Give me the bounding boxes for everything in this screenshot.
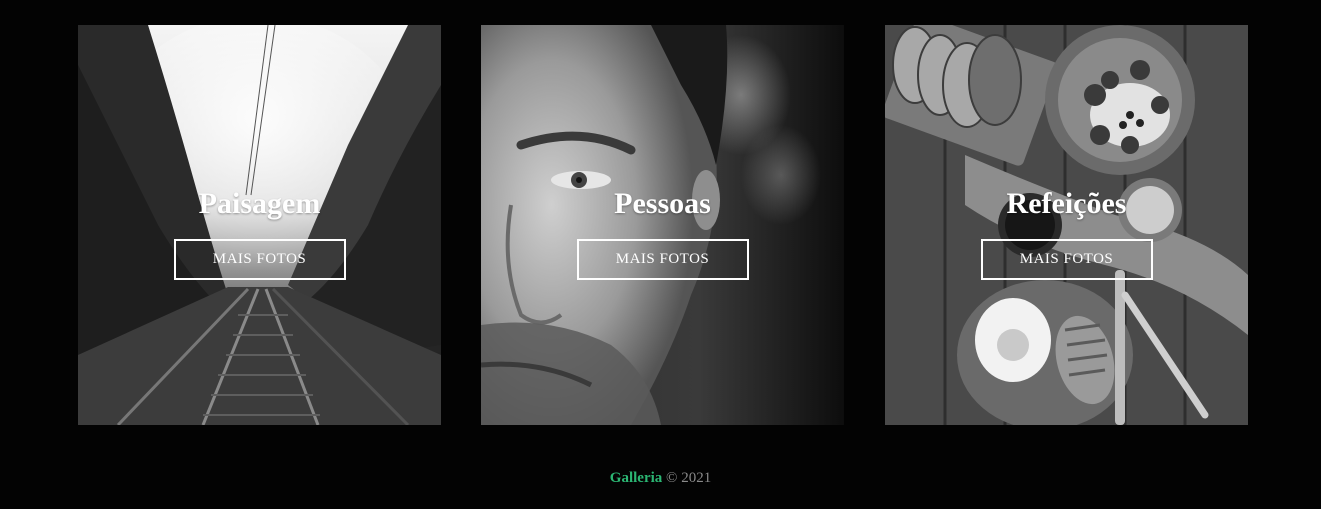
more-photos-button[interactable]: MAIS FOTOS	[980, 239, 1153, 280]
card-title: Pessoas	[614, 187, 711, 220]
gallery-grid: Paisagem MAIS FOTOS Pessoas MAIS FOTOS R…	[0, 25, 1321, 425]
footer-brand-link[interactable]: Galleria	[610, 470, 663, 486]
more-photos-button[interactable]: MAIS FOTOS	[173, 239, 346, 280]
gallery-card-paisagem[interactable]: Paisagem MAIS FOTOS	[78, 25, 441, 425]
card-title: Paisagem	[198, 187, 321, 220]
footer: Galleria © 2021	[0, 470, 1321, 487]
card-title: Refeições	[1006, 187, 1127, 220]
gallery-card-pessoas[interactable]: Pessoas MAIS FOTOS	[481, 25, 844, 425]
gallery-card-refeicoes[interactable]: Refeições MAIS FOTOS	[885, 25, 1248, 425]
more-photos-button[interactable]: MAIS FOTOS	[576, 239, 749, 280]
footer-copyright: © 2021	[666, 470, 712, 486]
railway-track-forest-photo	[78, 25, 441, 425]
man-face-portrait-photo	[481, 25, 844, 425]
breakfast-table-photo	[885, 25, 1248, 425]
